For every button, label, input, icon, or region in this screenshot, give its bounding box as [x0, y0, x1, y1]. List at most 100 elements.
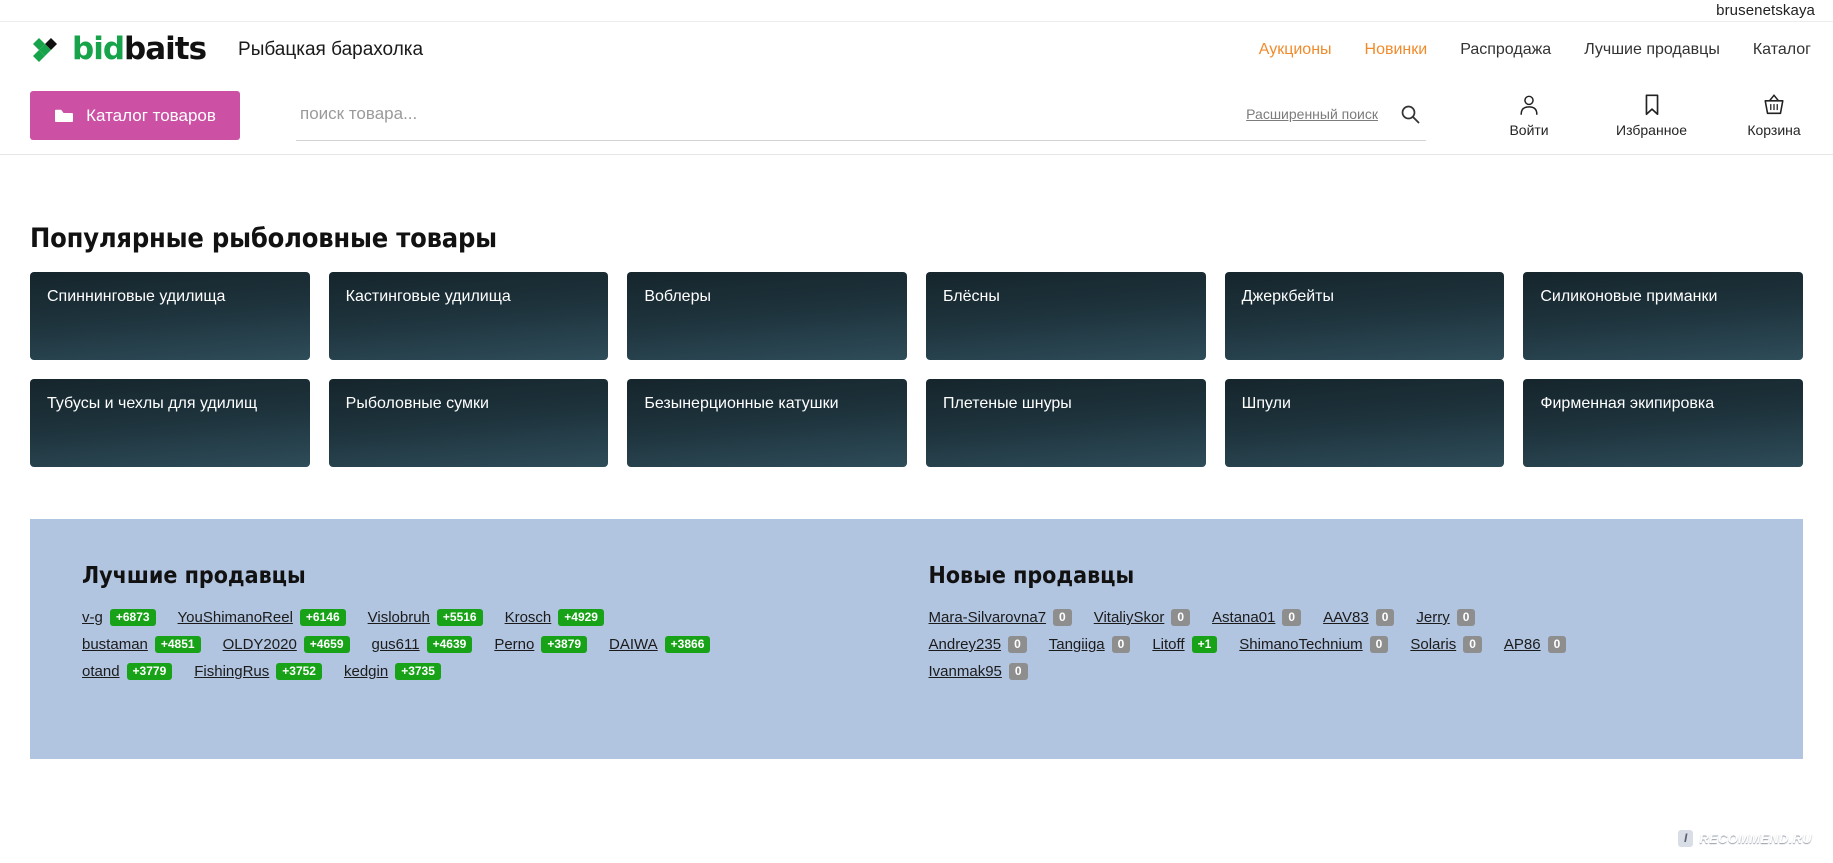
seller-name[interactable]: AAV83 — [1323, 609, 1369, 626]
category-tile[interactable]: Силиконовые приманки — [1523, 272, 1803, 360]
seller-item[interactable]: AAV83 0 — [1323, 609, 1395, 626]
header-actions: Войти Избранное Корзина — [1498, 93, 1811, 138]
seller-item[interactable]: OLDY2020 +4659 — [223, 636, 350, 653]
seller-item[interactable]: bustaman +4851 — [82, 636, 201, 653]
seller-item[interactable]: Astana01 0 — [1212, 609, 1302, 626]
seller-name[interactable]: OLDY2020 — [223, 636, 297, 653]
seller-item[interactable]: v-g +6873 — [82, 609, 156, 626]
seller-rating-badge: 0 — [1053, 609, 1072, 626]
watermark-text: RECOMMEND.RU — [1699, 830, 1812, 846]
seller-name[interactable]: FishingRus — [194, 663, 269, 680]
seller-item[interactable]: ShimanoTechnium 0 — [1239, 636, 1389, 653]
seller-name[interactable]: otand — [82, 663, 120, 680]
nav-item-auctions[interactable]: Аукционы — [1259, 41, 1332, 59]
seller-item[interactable]: DAIWA +3866 — [609, 636, 711, 653]
site-header: bidbaits Рыбацкая барахолка Аукционы Нов… — [0, 22, 1833, 77]
seller-name[interactable]: Solaris — [1410, 636, 1456, 653]
login-label: Войти — [1509, 122, 1549, 138]
seller-item[interactable]: AP86 0 — [1504, 636, 1567, 653]
seller-item[interactable]: Mara-Silvarovna7 0 — [929, 609, 1072, 626]
category-tile[interactable]: Кастинговые удилища — [328, 272, 609, 360]
seller-rating-badge: +3779 — [126, 663, 173, 680]
folder-icon — [54, 108, 74, 123]
seller-name[interactable]: Litoff — [1152, 636, 1184, 653]
logo-bid-text: bid — [72, 31, 125, 67]
new-sellers-column: Новые продавцы Mara-Silvarovna7 0 VitaliyS… — [929, 563, 1752, 759]
search-icon[interactable] — [1400, 104, 1420, 124]
nav-item-top-sellers[interactable]: Лучшие продавцы — [1584, 41, 1720, 59]
seller-item[interactable]: gus611 +4639 — [372, 636, 473, 653]
seller-rating-badge: +1 — [1191, 636, 1218, 653]
seller-name[interactable]: Ivanmak95 — [929, 663, 1002, 680]
category-tile[interactable]: Воблеры — [627, 272, 907, 360]
seller-name[interactable]: Andrey235 — [929, 636, 1002, 653]
category-tile[interactable]: Блёсны — [925, 272, 1206, 360]
advanced-search-link[interactable]: Расширенный поиск — [1246, 106, 1378, 122]
seller-name[interactable]: Tangiiga — [1049, 636, 1105, 653]
category-tiles-row-2: Тубусы и чехлы для удилищ Рыболовные сум… — [30, 379, 1803, 467]
nav-item-sale[interactable]: Распродажа — [1460, 41, 1551, 59]
seller-item[interactable]: Vislobruh +5516 — [368, 609, 483, 626]
seller-item[interactable]: Litoff +1 — [1152, 636, 1218, 653]
category-tile[interactable]: Спиннинговые удилища — [30, 272, 310, 360]
watermark-badge: I — [1678, 829, 1694, 847]
seller-item[interactable]: VitaliySkor 0 — [1094, 609, 1191, 626]
seller-name[interactable]: YouShimanoReel — [178, 609, 293, 626]
seller-name[interactable]: kedgin — [344, 663, 388, 680]
seller-name[interactable]: ShimanoTechnium — [1239, 636, 1362, 653]
seller-name[interactable]: bustaman — [82, 636, 148, 653]
seller-item[interactable]: Andrey235 0 — [929, 636, 1027, 653]
seller-item[interactable]: Krosch +4929 — [505, 609, 604, 626]
seller-item[interactable]: Tangiiga 0 — [1049, 636, 1131, 653]
seller-name[interactable]: Astana01 — [1212, 609, 1275, 626]
seller-item[interactable]: kedgin +3735 — [344, 663, 441, 680]
catalog-button[interactable]: Каталог товаров — [30, 91, 240, 140]
cart-label: Корзина — [1747, 122, 1801, 138]
top-utility-bar: brusenetskaya — [0, 0, 1833, 22]
seller-item[interactable]: Perno +3879 — [494, 636, 588, 653]
category-tile[interactable]: Плетеные шнуры — [925, 379, 1206, 467]
seller-name[interactable]: VitaliySkor — [1094, 609, 1165, 626]
seller-item[interactable]: Ivanmak95 0 — [929, 663, 1028, 680]
seller-name[interactable]: Mara-Silvarovna7 — [929, 609, 1047, 626]
seller-name[interactable]: AP86 — [1504, 636, 1541, 653]
username-label[interactable]: brusenetskaya — [1716, 2, 1815, 19]
category-tile[interactable]: Рыболовные сумки — [328, 379, 609, 467]
bookmark-icon — [1640, 93, 1664, 117]
top-sellers-title: Лучшие продавцы — [82, 563, 306, 589]
seller-name[interactable]: gus611 — [372, 636, 420, 653]
nav-item-new[interactable]: Новинки — [1365, 41, 1428, 59]
seller-item[interactable]: Jerry 0 — [1416, 609, 1476, 626]
seller-name[interactable]: Krosch — [505, 609, 552, 626]
seller-rating-badge: +4929 — [558, 609, 604, 626]
seller-name[interactable]: DAIWA — [609, 636, 658, 653]
seller-name[interactable]: Jerry — [1416, 609, 1449, 626]
catalog-button-label: Каталог товаров — [86, 105, 216, 125]
seller-rating-badge: +6146 — [299, 609, 346, 626]
category-tile[interactable]: Безынерционные катушки — [627, 379, 907, 467]
logo-wordmark: bidbaits — [72, 31, 207, 67]
search-input[interactable] — [296, 104, 1247, 124]
seller-rating-badge: 0 — [1463, 636, 1482, 653]
seller-item[interactable]: otand +3779 — [82, 663, 173, 680]
seller-rating-badge: 0 — [1375, 609, 1395, 626]
brand-logo[interactable]: bidbaits — [30, 31, 207, 67]
category-tile[interactable]: Шпули — [1224, 379, 1505, 467]
cart-button[interactable]: Корзина — [1743, 93, 1805, 138]
seller-rating-badge: 0 — [1171, 609, 1191, 626]
category-tile[interactable]: Тубусы и чехлы для удилищ — [30, 379, 310, 467]
category-tile[interactable]: Джеркбейты — [1224, 272, 1505, 360]
seller-name[interactable]: v-g — [82, 609, 103, 626]
favorites-button[interactable]: Избранное — [1616, 93, 1687, 138]
nav-item-catalog[interactable]: Каталог — [1753, 41, 1811, 59]
seller-item[interactable]: Solaris 0 — [1410, 636, 1482, 653]
seller-rating-badge: 0 — [1008, 663, 1028, 680]
seller-rating-badge: +3866 — [664, 636, 711, 653]
login-button[interactable]: Войти — [1498, 93, 1560, 138]
top-sellers-column: Лучшие продавцы v-g +6873 YouShimanoReel +6… — [82, 563, 905, 759]
seller-item[interactable]: YouShimanoReel +6146 — [178, 609, 346, 626]
seller-name[interactable]: Vislobruh — [368, 609, 430, 626]
category-tile[interactable]: Фирменная экипировка — [1523, 379, 1803, 467]
seller-name[interactable]: Perno — [494, 636, 534, 653]
seller-item[interactable]: FishingRus +3752 — [194, 663, 322, 680]
